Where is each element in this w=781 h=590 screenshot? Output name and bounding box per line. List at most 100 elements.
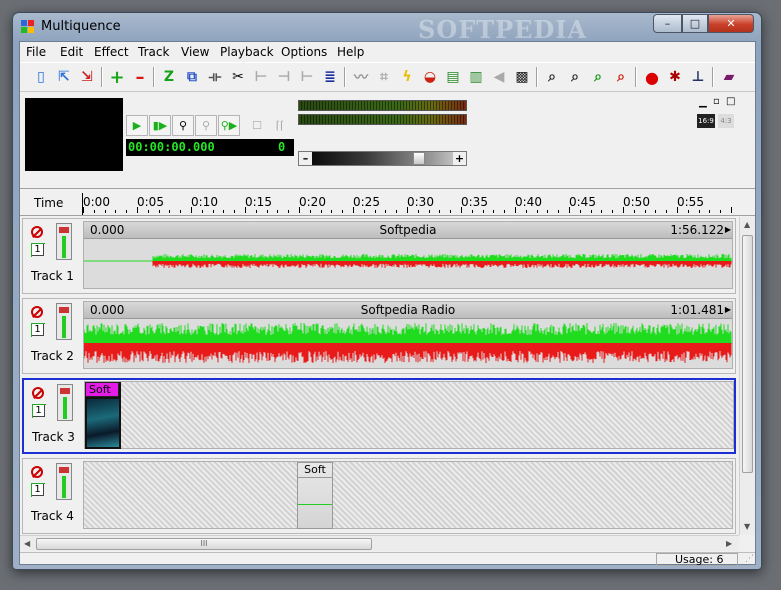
track-lane[interactable]: Soft	[84, 381, 734, 449]
video-clip[interactable]: Soft	[85, 382, 121, 449]
clip-level-line	[298, 504, 332, 505]
vertical-scrollbar[interactable]: ▲ ▼	[739, 217, 755, 535]
volume-slider[interactable]: – +	[298, 151, 467, 166]
clip-header[interactable]: 0.000 Softpedia 1:56.122 ▶	[84, 222, 732, 239]
play-from-start-button[interactable]: ▮▶	[149, 115, 171, 136]
ruler-tick	[104, 210, 106, 213]
zoom-in-icon[interactable]: ⌕	[587, 66, 609, 88]
mixer-split-icon[interactable]: ⟛	[204, 66, 226, 88]
track-lane[interactable]: Soft	[83, 461, 733, 529]
volume-fader[interactable]	[56, 223, 72, 260]
scroll-up-icon[interactable]: ▲	[744, 220, 750, 229]
scrub-disabled-button[interactable]: ⚲	[195, 115, 217, 136]
wave-icon[interactable]: 〰	[350, 66, 372, 88]
volume-fader[interactable]	[56, 463, 72, 500]
volume-fader[interactable]	[56, 303, 72, 340]
menu-track[interactable]: Track	[138, 45, 169, 59]
add-track-icon[interactable]: +	[106, 66, 128, 88]
mixer-icon[interactable]: ▥	[465, 66, 487, 88]
split-right-icon[interactable]: ⊢	[296, 66, 318, 88]
track-lane[interactable]: 0.000 Softpedia Radio 1:01.481 ▶	[83, 301, 733, 369]
effect-icon[interactable]: ✱	[664, 66, 686, 88]
fade-icon[interactable]: ◒	[419, 66, 441, 88]
scrub-button[interactable]: ⚲	[172, 115, 194, 136]
track-3[interactable]: 1 Track 3 Soft	[22, 378, 736, 454]
loop-checkbox[interactable]: ☐	[246, 115, 268, 136]
copy-icon[interactable]: ⧉	[181, 66, 203, 88]
scroll-left-icon[interactable]: ◀	[24, 539, 30, 548]
image-clip[interactable]: Soft	[297, 462, 333, 529]
ruler-tick	[471, 210, 473, 213]
track-number-box[interactable]: 1	[31, 483, 45, 497]
split-icon[interactable]: ⊣	[273, 66, 295, 88]
mute-icon[interactable]	[31, 226, 43, 238]
track-header: 1 Track 3	[24, 380, 80, 452]
zoom-2-icon[interactable]: ⌕	[564, 66, 586, 88]
scroll-down-icon[interactable]: ▼	[744, 522, 750, 531]
mute-icon[interactable]	[32, 387, 44, 399]
resize-grip-icon[interactable]: ⋰	[745, 554, 754, 564]
track-number-box[interactable]: 1	[31, 243, 45, 257]
remove-track-icon[interactable]: –	[129, 66, 151, 88]
lightning-icon[interactable]: ϟ	[396, 66, 418, 88]
book-icon[interactable]: ▰	[718, 66, 740, 88]
zoom-z-icon[interactable]: Z	[158, 66, 180, 88]
track-lane[interactable]: 0.000 Softpedia 1:56.122 ▶	[83, 221, 733, 289]
close-button[interactable]: ✕	[708, 14, 754, 33]
ruler-tick	[644, 210, 646, 213]
speaker-icon[interactable]: ◀	[488, 66, 510, 88]
slider-plus-button[interactable]: +	[453, 152, 466, 165]
open-icon[interactable]: ⇱	[53, 66, 75, 88]
scroll-right-icon[interactable]: ▶	[726, 539, 732, 548]
list-icon[interactable]: ≣	[319, 66, 341, 88]
split-left-icon[interactable]: ⊢	[250, 66, 272, 88]
timeline-ruler[interactable]: 0:00 0:05 0:10 0:15 0:20 0:25 0:30 0:35 0:40 0:45…	[82, 193, 737, 215]
track-2[interactable]: 1 Track 2 0.000 Softpedia Radio 1:01.481…	[22, 298, 736, 374]
slider-thumb[interactable]	[412, 152, 425, 165]
track-4[interactable]: 1 Track 4 Soft	[22, 458, 736, 534]
menu-file[interactable]: File	[26, 45, 46, 59]
track-number-box[interactable]: 1	[32, 404, 46, 418]
bracket-icon[interactable]: ⌈⌈	[269, 115, 291, 136]
zoom-1-icon[interactable]: ⌕	[541, 66, 563, 88]
volume-fader[interactable]	[57, 384, 73, 421]
view-small-icon[interactable]: ▁	[699, 98, 707, 108]
play-button[interactable]: ▶	[126, 115, 148, 136]
maximize-button[interactable]: □	[682, 14, 708, 33]
aspect-16-9-button[interactable]: 16:9	[697, 114, 715, 128]
menu-playback[interactable]: Playback	[220, 45, 274, 59]
app-icon	[21, 20, 35, 34]
zoom-out-icon[interactable]: ⌕	[610, 66, 632, 88]
marker-icon[interactable]: ⊥	[687, 66, 709, 88]
view-restore-icon[interactable]: ▫	[713, 97, 720, 107]
title-bar[interactable]: Multiquence SOFTPEDIA – □ ✕	[13, 13, 761, 44]
mute-icon[interactable]	[31, 466, 43, 478]
ruler-tick-label: 0:55	[677, 195, 704, 209]
menu-edit[interactable]: Edit	[60, 45, 83, 59]
clapper-icon[interactable]: ▩	[511, 66, 533, 88]
clip-header[interactable]: 0.000 Softpedia Radio 1:01.481 ▶	[84, 302, 732, 319]
toolbar: ▯ ⇱ ⇲ + – Z ⧉ ⟛ ✂ ⊢ ⊣ ⊢ ≣ 〰 ⌗ ϟ ◒ ▤ ▥ ◀ …	[20, 62, 755, 92]
new-icon[interactable]: ▯	[30, 66, 52, 88]
menu-view[interactable]: View	[181, 45, 209, 59]
menu-effect[interactable]: Effect	[94, 45, 129, 59]
cut-icon[interactable]: ✂	[227, 66, 249, 88]
play-selection-button[interactable]: ⚲▶	[218, 115, 240, 136]
mute-icon[interactable]	[31, 306, 43, 318]
aspect-4-3-button[interactable]: 4:3	[718, 114, 734, 128]
view-max-icon[interactable]: □	[726, 97, 735, 107]
minimize-button[interactable]: –	[653, 14, 682, 33]
save-icon[interactable]: ⇲	[76, 66, 98, 88]
horizontal-scrollbar[interactable]: ◀ III ▶	[20, 535, 739, 551]
record-icon[interactable]: ●	[641, 66, 663, 88]
crop-icon[interactable]: ⌗	[373, 66, 395, 88]
horizontal-scroll-thumb[interactable]: III	[36, 538, 372, 550]
ruler-tick	[137, 207, 138, 213]
track-1[interactable]: 1 Track 1 0.000 Softpedia 1:56.122 ▶	[22, 218, 736, 294]
menu-options[interactable]: Options	[281, 45, 327, 59]
eq-icon[interactable]: ▤	[442, 66, 464, 88]
vertical-scroll-thumb[interactable]	[742, 235, 753, 473]
slider-minus-button[interactable]: –	[299, 152, 312, 165]
menu-help[interactable]: Help	[337, 45, 364, 59]
track-number-box[interactable]: 1	[31, 323, 45, 337]
